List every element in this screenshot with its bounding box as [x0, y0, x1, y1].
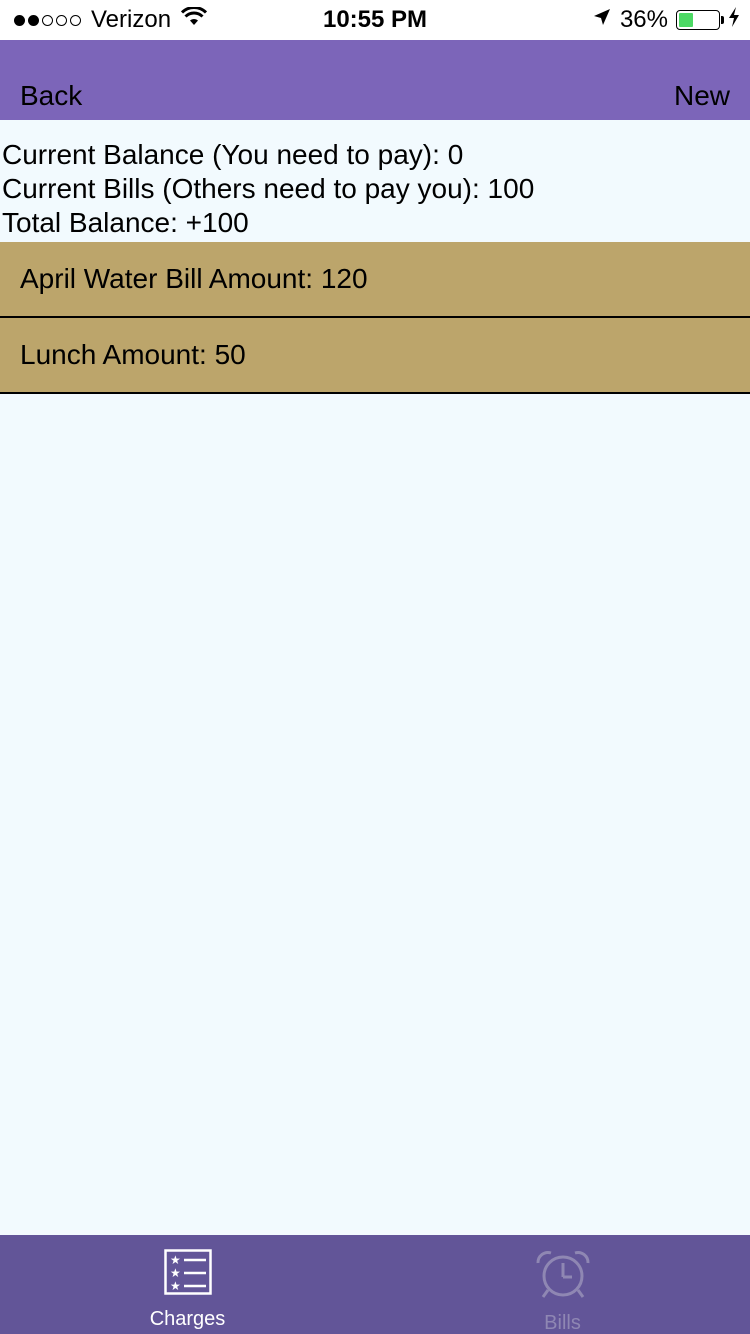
battery-icon	[676, 10, 724, 30]
tab-label: Bills	[544, 1312, 581, 1334]
battery-percent: 36%	[619, 6, 668, 33]
list-item[interactable]: April Water Bill Amount: 120	[0, 242, 750, 318]
status-bar: Verizon 10:55 PM 36%	[0, 0, 750, 40]
svg-text:★: ★	[170, 1253, 181, 1267]
current-bills-text: Current Bills (Others need to pay you): …	[2, 173, 535, 204]
location-arrow-icon	[592, 6, 612, 34]
tab-bar: ★ ★ ★ Charges Bills	[0, 1235, 750, 1334]
balance-summary: Current Balance (You need to pay): 0 Cur…	[0, 138, 750, 240]
charge-label: April Water Bill Amount: 120	[20, 263, 368, 294]
current-balance-text: Current Balance (You need to pay): 0	[2, 139, 464, 170]
new-button[interactable]: New	[674, 80, 730, 112]
tab-label: Charges	[149, 1308, 226, 1330]
svg-text:★: ★	[170, 1266, 181, 1280]
total-balance-text: Total Balance: +100	[2, 207, 249, 238]
list-icon: ★ ★ ★	[163, 1249, 212, 1300]
tab-bills[interactable]: Bills	[375, 1235, 750, 1334]
tab-charges[interactable]: ★ ★ ★ Charges	[0, 1235, 375, 1334]
charging-bolt-icon	[728, 6, 740, 34]
svg-text:★: ★	[170, 1279, 181, 1293]
back-button[interactable]: Back	[20, 80, 82, 112]
alarm-clock-icon	[534, 1249, 592, 1304]
charge-label: Lunch Amount: 50	[20, 339, 246, 370]
charges-list: April Water Bill Amount: 120 Lunch Amoun…	[0, 242, 750, 394]
navigation-bar: Back New	[0, 40, 750, 120]
battery-fill	[679, 13, 693, 27]
status-right: 36%	[592, 6, 740, 34]
list-item[interactable]: Lunch Amount: 50	[0, 318, 750, 394]
